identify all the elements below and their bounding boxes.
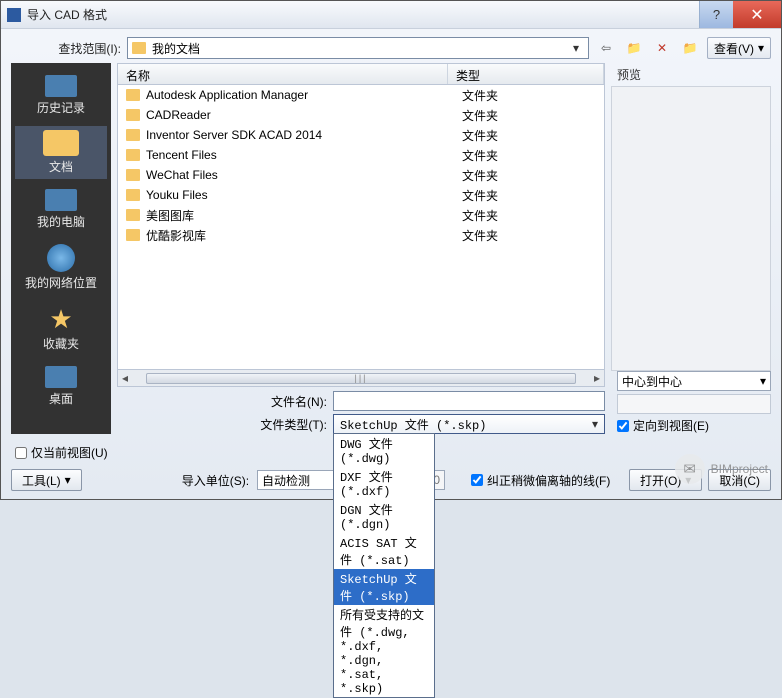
- importunit-label: 导入单位(S):: [182, 472, 249, 489]
- mon-icon: [45, 189, 77, 211]
- position-select[interactable]: 中心到中心▾: [617, 371, 771, 391]
- folder-icon: [126, 129, 140, 141]
- filetype-option[interactable]: 所有受支持的文件 (*.dwg, *.dxf, *.dgn, *.sat, *.…: [334, 605, 434, 697]
- sidebar-item-收藏夹[interactable]: ★收藏夹: [15, 301, 107, 356]
- preview-body: [611, 86, 771, 371]
- places-sidebar: 历史记录文档我的电脑我的网络位置 ★收藏夹桌面: [11, 63, 111, 434]
- help-button[interactable]: ?: [699, 1, 733, 28]
- lookin-value: 我的文档: [152, 40, 200, 57]
- close-button[interactable]: ✕: [733, 1, 781, 28]
- sidebar-item-我的网络位置[interactable]: 我的网络位置: [15, 240, 107, 295]
- scale-display: [617, 394, 771, 414]
- filetype-option[interactable]: ACIS SAT 文件 (*.sat): [334, 533, 434, 569]
- dialog-window: 导入 CAD 格式 ? ✕ 查找范围(I): 我的文档 ▾ ⇦ 📁 ✕ 📁 查看…: [0, 0, 782, 500]
- list-header[interactable]: 名称 类型: [117, 63, 605, 85]
- watermark: ✉ BIMproject: [675, 454, 768, 484]
- col-type[interactable]: 类型: [448, 64, 604, 84]
- sidebar-item-我的电脑[interactable]: 我的电脑: [15, 185, 107, 234]
- filename-input[interactable]: [333, 391, 605, 411]
- window-title: 导入 CAD 格式: [27, 6, 699, 23]
- file-row[interactable]: WeChat Files文件夹: [118, 165, 604, 185]
- sidebar-item-文档[interactable]: 文档: [15, 126, 107, 179]
- scroll-thumb[interactable]: |||: [146, 373, 576, 384]
- file-list-pane: 名称 类型 Autodesk Application Manager文件夹CAD…: [117, 63, 605, 434]
- folder-icon: [126, 89, 140, 101]
- mon-icon: [45, 366, 77, 388]
- chevron-down-icon: ▾: [760, 374, 766, 388]
- filetype-option[interactable]: DXF 文件 (*.dxf): [334, 467, 434, 500]
- folder-icon: [126, 169, 140, 181]
- scroll-left-icon[interactable]: ◂: [118, 371, 132, 385]
- filetype-option[interactable]: SketchUp 文件 (*.skp): [334, 569, 434, 605]
- hscrollbar[interactable]: ◂ ||| ▸: [117, 370, 605, 387]
- filetype-option[interactable]: DWG 文件 (*.dwg): [334, 434, 434, 467]
- file-row[interactable]: 优酷影视库文件夹: [118, 225, 604, 245]
- file-row[interactable]: CADReader文件夹: [118, 105, 604, 125]
- up-folder-button[interactable]: 📁: [623, 37, 645, 59]
- file-row[interactable]: Youku Files文件夹: [118, 185, 604, 205]
- titlebar[interactable]: 导入 CAD 格式 ? ✕: [1, 1, 781, 29]
- chevron-down-icon: ▾: [568, 41, 584, 55]
- file-row[interactable]: Autodesk Application Manager文件夹: [118, 85, 604, 105]
- folder-icon: [126, 229, 140, 241]
- filetype-value: SketchUp 文件 (*.skp): [340, 416, 486, 433]
- file-row[interactable]: Inventor Server SDK ACAD 2014文件夹: [118, 125, 604, 145]
- delete-button[interactable]: ✕: [651, 37, 673, 59]
- view-menu-button[interactable]: 查看(V)▾: [707, 37, 771, 59]
- folder-icon: [126, 189, 140, 201]
- wechat-icon: ✉: [675, 454, 705, 484]
- file-row[interactable]: Tencent Files文件夹: [118, 145, 604, 165]
- scroll-right-icon[interactable]: ▸: [590, 371, 604, 385]
- file-list[interactable]: Autodesk Application Manager文件夹CADReader…: [117, 85, 605, 370]
- col-name[interactable]: 名称: [118, 64, 448, 84]
- filetype-dropdown[interactable]: DWG 文件 (*.dwg)DXF 文件 (*.dxf)DGN 文件 (*.dg…: [333, 433, 435, 698]
- sidebar-item-桌面[interactable]: 桌面: [15, 362, 107, 411]
- currentview-checkbox[interactable]: 仅当前视图(U): [15, 444, 108, 461]
- folder-icon: [126, 209, 140, 221]
- filetype-combo[interactable]: SketchUp 文件 (*.skp) ▾: [333, 414, 605, 434]
- folder-icon: [126, 149, 140, 161]
- new-folder-button[interactable]: 📁: [679, 37, 701, 59]
- app-icon: [7, 8, 21, 22]
- chevron-down-icon: ▾: [592, 417, 598, 431]
- folder-icon: [43, 130, 79, 156]
- tools-button[interactable]: 工具(L)▾: [11, 469, 82, 491]
- folder-icon: [132, 42, 146, 54]
- preview-panel: 预览 中心到中心▾ 定向到视图(E): [611, 63, 771, 434]
- star-icon: ★: [45, 305, 77, 333]
- filetype-option[interactable]: DGN 文件 (*.dgn): [334, 500, 434, 533]
- offaxis-checkbox[interactable]: 纠正稍微偏离轴的线(F): [471, 472, 610, 489]
- preview-label: 预览: [611, 63, 771, 86]
- chevron-down-icon: ▾: [758, 41, 764, 55]
- filetype-label: 文件类型(T):: [117, 416, 327, 433]
- back-button[interactable]: ⇦: [595, 37, 617, 59]
- sidebar-item-历史记录[interactable]: 历史记录: [15, 71, 107, 120]
- file-row[interactable]: 美图图库文件夹: [118, 205, 604, 225]
- lookin-label: 查找范围(I):: [11, 40, 121, 57]
- folder-icon: [126, 109, 140, 121]
- filename-label: 文件名(N):: [117, 393, 327, 410]
- globe-icon: [47, 244, 75, 272]
- orient-checkbox[interactable]: 定向到视图(E): [617, 417, 771, 434]
- lookin-combo[interactable]: 我的文档 ▾: [127, 37, 589, 59]
- mon-icon: [45, 75, 77, 97]
- chevron-down-icon: ▾: [65, 473, 71, 487]
